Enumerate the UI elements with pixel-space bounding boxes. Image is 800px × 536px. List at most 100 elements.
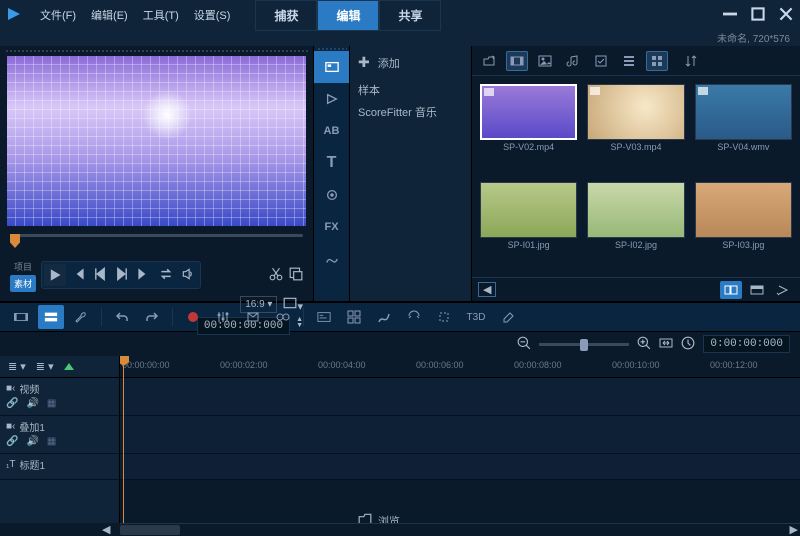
mode-capture[interactable]: 捕获 bbox=[255, 0, 317, 31]
panel-view-2[interactable] bbox=[746, 281, 768, 299]
storyboard-view-icon[interactable] bbox=[8, 305, 34, 329]
multicam-icon[interactable] bbox=[341, 305, 367, 329]
panel-view-3[interactable] bbox=[772, 281, 794, 299]
clip-thumb[interactable]: SP-V03.mp4 bbox=[587, 84, 684, 172]
loop-button[interactable] bbox=[156, 264, 176, 284]
lib-filter-icon[interactable]: FX bbox=[314, 211, 349, 243]
seek-thumb[interactable] bbox=[10, 234, 20, 248]
eraser-icon[interactable] bbox=[495, 305, 521, 329]
next-frame-button[interactable] bbox=[112, 264, 132, 284]
filter-photo-icon[interactable] bbox=[534, 51, 556, 71]
maximize-button[interactable] bbox=[749, 5, 767, 26]
preview-viewport[interactable] bbox=[7, 56, 306, 226]
play-button[interactable] bbox=[44, 264, 66, 286]
tree-scorefitter[interactable]: ScoreFitter 音乐 bbox=[358, 101, 463, 123]
track-lane-video[interactable] bbox=[120, 378, 800, 416]
panel-grip[interactable] bbox=[4, 48, 309, 54]
scroll-left-icon[interactable]: ◀ bbox=[102, 523, 110, 536]
fx-toggle-icon[interactable]: ▦ bbox=[47, 436, 56, 447]
clip-thumb[interactable]: SP-V02.mp4 bbox=[480, 84, 577, 172]
seek-bar[interactable] bbox=[10, 234, 303, 252]
track-header-overlay[interactable]: ■‹叠加1 🔗🔊▦ bbox=[0, 416, 119, 454]
filter-used-icon[interactable] bbox=[590, 51, 612, 71]
filter-audio-icon[interactable] bbox=[562, 51, 584, 71]
mode-edit[interactable]: 编辑 bbox=[317, 0, 379, 31]
mode-share[interactable]: 共享 bbox=[379, 0, 441, 31]
lib-instant-icon[interactable] bbox=[314, 83, 349, 115]
tools-icon[interactable] bbox=[68, 305, 94, 329]
zoom-slider[interactable] bbox=[539, 343, 629, 346]
clip-thumb[interactable]: SP-I03.jpg bbox=[695, 182, 792, 270]
cut-icon[interactable] bbox=[269, 267, 283, 284]
scroll-right-icon[interactable]: ▶ bbox=[790, 523, 798, 536]
track-menu-2[interactable]: ≣ ▾ bbox=[36, 360, 54, 373]
menu-file[interactable]: 文件(F) bbox=[40, 7, 76, 23]
clip-thumb[interactable]: SP-I02.jpg bbox=[587, 182, 684, 270]
pan-zoom-icon[interactable] bbox=[401, 305, 427, 329]
3d-title-icon[interactable]: T3D bbox=[461, 305, 491, 329]
timecode-stepper[interactable]: ▲▼ bbox=[296, 317, 303, 335]
add-folder-label[interactable]: 添加 bbox=[378, 55, 400, 71]
track-header-title[interactable]: ₁T标题1 bbox=[0, 454, 119, 480]
go-start-button[interactable] bbox=[68, 264, 88, 284]
lib-title-icon[interactable]: T bbox=[314, 147, 349, 179]
menu-settings[interactable]: 设置(S) bbox=[194, 7, 231, 23]
redo-icon[interactable] bbox=[139, 305, 165, 329]
clip-thumb[interactable]: SP-I01.jpg bbox=[480, 182, 577, 270]
library-footer: ◀ bbox=[472, 277, 800, 301]
clip-thumb[interactable]: SP-V04.wmv bbox=[695, 84, 792, 172]
import-icon[interactable] bbox=[478, 51, 500, 71]
undo-icon[interactable] bbox=[109, 305, 135, 329]
view-list-icon[interactable] bbox=[618, 51, 640, 71]
tree-sample[interactable]: 样本 bbox=[358, 79, 463, 101]
track-lane-title[interactable] bbox=[120, 454, 800, 480]
close-button[interactable] bbox=[777, 5, 795, 26]
preview-tab-clip[interactable]: 素材 bbox=[10, 275, 36, 292]
timeline-view-icon[interactable] bbox=[38, 305, 64, 329]
mute-icon[interactable]: 🔊 bbox=[26, 436, 38, 447]
time-ruler[interactable]: 00:00:00:00 00:00:02:00 00:00:04:00 00:0… bbox=[120, 356, 800, 378]
collapse-tree-button[interactable]: ◀ bbox=[478, 282, 496, 297]
view-grid-icon[interactable] bbox=[646, 51, 668, 71]
zoom-in-icon[interactable] bbox=[637, 336, 651, 353]
zoom-out-icon[interactable] bbox=[517, 336, 531, 353]
timeremapping-icon[interactable] bbox=[371, 305, 397, 329]
add-folder-button[interactable]: ✚ bbox=[358, 54, 370, 71]
menu-tools[interactable]: 工具(T) bbox=[143, 7, 179, 23]
zoom-timecode[interactable]: 0:00:00:000 bbox=[703, 335, 790, 353]
fit-project-icon[interactable] bbox=[659, 336, 673, 353]
motion-track-icon[interactable] bbox=[270, 305, 296, 329]
track-menu-1[interactable]: ≣ ▾ bbox=[8, 360, 26, 373]
track-header-video[interactable]: ■‹视频 🔗🔊▦ bbox=[0, 378, 119, 416]
preview-tab-project[interactable]: 项目 bbox=[10, 258, 36, 275]
panel-view-1[interactable] bbox=[720, 281, 742, 299]
timeline-body[interactable]: 00:00:00:00 00:00:02:00 00:00:04:00 00:0… bbox=[120, 356, 800, 523]
project-duration-icon[interactable] bbox=[681, 336, 695, 353]
link-icon[interactable]: 🔗 bbox=[6, 398, 18, 409]
record-icon[interactable] bbox=[180, 305, 206, 329]
subtitle-icon[interactable] bbox=[311, 305, 337, 329]
track-lane-overlay[interactable] bbox=[120, 416, 800, 454]
lib-media-icon[interactable] bbox=[314, 51, 349, 83]
auto-music-icon[interactable] bbox=[240, 305, 266, 329]
lib-path-icon[interactable] bbox=[314, 243, 349, 275]
volume-button[interactable] bbox=[178, 264, 198, 284]
playhead[interactable] bbox=[123, 356, 124, 523]
go-end-button[interactable] bbox=[134, 264, 154, 284]
mask-icon[interactable] bbox=[431, 305, 457, 329]
scrollbar-thumb[interactable] bbox=[120, 525, 180, 535]
snapshot-icon[interactable] bbox=[289, 267, 303, 284]
mixer-icon[interactable] bbox=[210, 305, 236, 329]
filter-all-icon[interactable] bbox=[506, 51, 528, 71]
timeline-scrollbar[interactable]: ◀ ▶ bbox=[120, 523, 800, 535]
prev-frame-button[interactable] bbox=[90, 264, 110, 284]
link-icon[interactable]: 🔗 bbox=[6, 436, 18, 447]
fx-toggle-icon[interactable]: ▦ bbox=[47, 398, 56, 409]
add-track-icon[interactable] bbox=[64, 363, 74, 370]
lib-transition-icon[interactable]: AB bbox=[314, 115, 349, 147]
lib-graphic-icon[interactable] bbox=[314, 179, 349, 211]
mute-icon[interactable]: 🔊 bbox=[26, 398, 38, 409]
sort-icon[interactable] bbox=[682, 51, 700, 71]
menu-edit[interactable]: 编辑(E) bbox=[91, 7, 128, 23]
minimize-button[interactable] bbox=[721, 5, 739, 26]
